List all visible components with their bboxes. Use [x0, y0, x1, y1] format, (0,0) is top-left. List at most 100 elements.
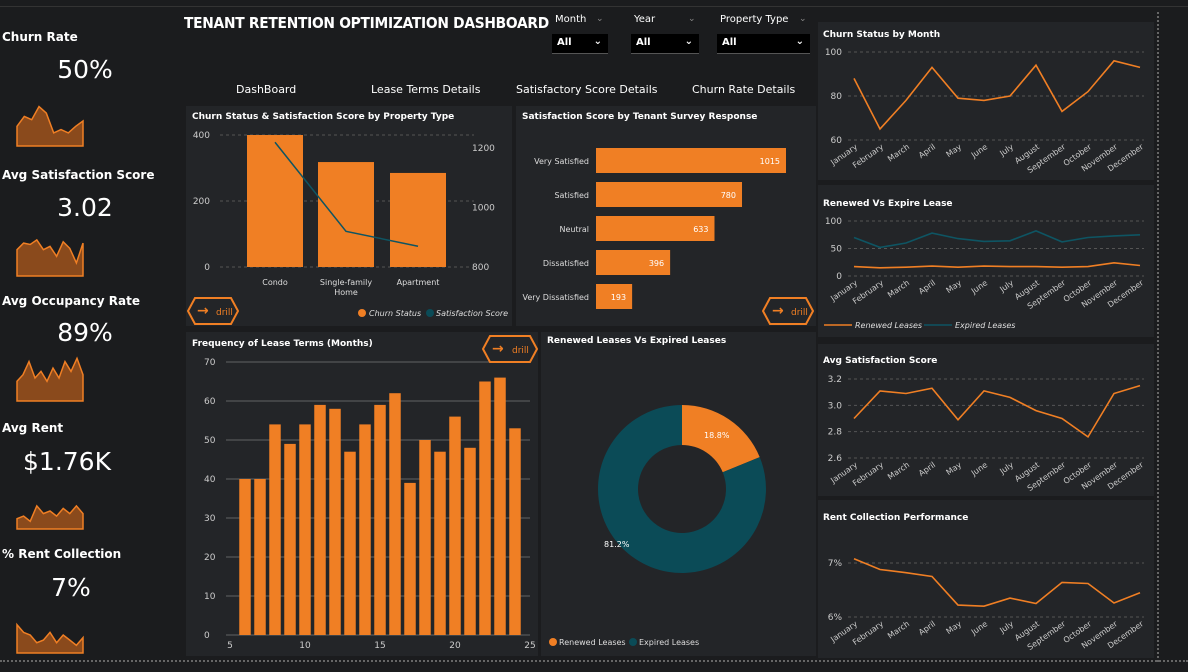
y-tick-label: 100 — [825, 217, 842, 227]
right-dotted-border — [1157, 12, 1159, 662]
x-tick-label: 15 — [374, 641, 385, 651]
x-tick-label: Home — [334, 288, 358, 297]
svg-text:→: → — [492, 341, 504, 357]
kpi-label: Churn Rate — [2, 30, 78, 44]
churn-property-chart: 0 200 400 800 1000 1200 Condo Single-familyHome… — [193, 131, 508, 318]
sparkline-area — [16, 504, 84, 530]
nav-dashboard[interactable]: DashBoard — [236, 83, 296, 96]
x-tick-label: July — [997, 619, 1015, 635]
y-tick-label: 20 — [204, 553, 216, 563]
x-tick-label: 5 — [227, 641, 233, 651]
lease-bar — [344, 451, 356, 635]
x-tick-label: April — [917, 619, 937, 637]
x-tick-label: 25 — [524, 641, 535, 651]
x-tick-label: May — [944, 142, 963, 159]
x-tick-label: July — [997, 278, 1015, 294]
y-tick-label: 80 — [831, 92, 843, 102]
lease-bar — [329, 408, 341, 635]
data-label: 1015 — [760, 157, 780, 166]
x-tick-label: June — [969, 278, 989, 296]
lease-bar — [494, 377, 506, 635]
nav-lease-terms[interactable]: Lease Terms Details — [371, 83, 480, 96]
sparkline-area — [16, 238, 84, 277]
x-tick-label: April — [917, 142, 937, 160]
x-tick-label: Apartment — [397, 278, 440, 287]
y-tick-label: 30 — [204, 514, 216, 524]
y-tick-label: 3.2 — [828, 375, 842, 385]
rent-collection-chart: 6%7%JanuaryFebruary March April May June July… — [828, 557, 1146, 652]
data-label: 396 — [649, 259, 664, 268]
month-dropdown[interactable]: All ⌄ — [552, 34, 608, 54]
x-tick-label: May — [944, 278, 963, 295]
property-type-dropdown[interactable]: All ⌄ — [717, 34, 810, 54]
nav-satisfactory-score[interactable]: Satisfactory Score Details — [516, 83, 658, 96]
data-label: 780 — [721, 191, 736, 200]
y-tick-label: 0 — [204, 263, 210, 273]
nav-churn-rate[interactable]: Churn Rate Details — [692, 83, 795, 96]
data-label: 633 — [693, 225, 708, 234]
lease-bar — [299, 424, 311, 635]
panel-title: Churn Status & Satisfaction Score by Pro… — [192, 112, 455, 122]
y-tick-label: Neutral — [559, 225, 589, 234]
y-tick-label: 0 — [204, 631, 210, 641]
svg-text:→: → — [197, 303, 209, 319]
y-tick-label: Very Dissatisfied — [522, 293, 589, 302]
lease-bar — [284, 443, 296, 635]
chevron-down-icon[interactable]: ⌄ — [688, 13, 696, 24]
y-tick-label: 50 — [204, 436, 216, 446]
sparkline-area — [16, 105, 84, 147]
data-label: 18.8% — [704, 431, 730, 440]
series-line — [853, 59, 1141, 131]
dashboard-title: TENANT RETENTION OPTIMIZATION DASHBOARD — [184, 14, 549, 32]
kpi-value: 3.02 — [57, 193, 113, 222]
x-tick-label: April — [917, 460, 937, 478]
churn-bar — [318, 162, 374, 267]
data-label: 81.2% — [604, 540, 630, 549]
lease-bar — [314, 404, 326, 635]
lease-bar — [419, 440, 431, 635]
lease-bar — [449, 416, 461, 635]
survey-bar — [596, 148, 786, 173]
sparkline-area — [16, 356, 84, 402]
chevron-down-icon[interactable]: ⌄ — [799, 13, 807, 24]
y-tick-label: 40 — [204, 475, 216, 485]
drill-button[interactable]: → drill — [187, 297, 239, 325]
slicer-label: Year — [634, 14, 656, 25]
kpi-value: 50% — [57, 55, 113, 84]
y-tick-label: 7% — [828, 559, 843, 569]
renew-expire-chart: 050100JanuaryFebruary March April May June Ju… — [824, 217, 1146, 330]
y2-tick-label: 800 — [472, 263, 489, 273]
legend-label: Expired Leases — [955, 321, 1015, 330]
panel-title: Renewed Leases Vs Expired Leases — [547, 336, 727, 346]
chevron-down-icon[interactable]: ⌄ — [596, 13, 604, 24]
drill-label: drill — [512, 346, 529, 356]
legend-label: Renewed Leases — [855, 321, 922, 330]
y2-tick-label: 1200 — [472, 144, 495, 154]
x-tick-label: March — [886, 142, 911, 163]
avg-satisfaction-chart: 2.62.83.03.2JanuaryFebruary March April May… — [828, 375, 1146, 493]
x-tick-label: Condo — [262, 278, 288, 287]
y-tick-label: Very Satisfied — [534, 157, 589, 166]
churn-month-chart: 6080100JanuaryFebruary March April May June J… — [825, 48, 1146, 175]
churn-bar — [390, 172, 446, 267]
lease-bar — [269, 424, 281, 635]
kpi-label: Avg Occupancy Rate — [2, 294, 140, 308]
kpi-value: $1.76K — [23, 447, 111, 476]
lease-bar — [254, 479, 266, 635]
panel-title: Satisfaction Score by Tenant Survey Resp… — [522, 112, 758, 122]
top-border — [0, 6, 1188, 7]
survey-chart: Very Satisfied 1015 Satisfied 780 Neutral 633… — [522, 148, 786, 309]
drill-label: drill — [216, 308, 233, 318]
panel-title: Avg Satisfaction Score — [823, 356, 938, 366]
y-tick-label: 70 — [204, 358, 216, 368]
legend-label: Churn Status — [369, 309, 421, 318]
year-dropdown[interactable]: All ⌄ — [631, 34, 699, 54]
drill-button[interactable]: → drill — [762, 297, 814, 325]
dropdown-value: All — [557, 37, 572, 48]
y-tick-label: Dissatisfied — [543, 259, 589, 268]
y-tick-label: 6% — [828, 613, 843, 623]
dropdown-value: All — [636, 37, 651, 48]
panel-title: Churn Status by Month — [823, 30, 941, 40]
y2-tick-label: 1000 — [472, 204, 495, 214]
drill-button[interactable]: → drill — [482, 335, 538, 363]
